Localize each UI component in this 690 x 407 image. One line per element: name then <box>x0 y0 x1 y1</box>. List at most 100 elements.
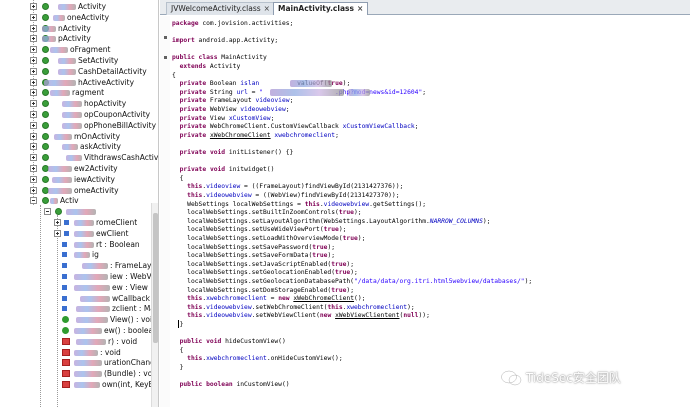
tree-item[interactable]: iewActivity <box>0 174 150 185</box>
fold-marker-icon[interactable] <box>164 36 167 39</box>
code-line[interactable]: public void hideCustomView() <box>172 337 286 346</box>
tree-item[interactable]: VithdrawsCashActivity <box>0 152 158 163</box>
tree-item[interactable]: hopActivity <box>0 98 150 109</box>
expand-icon[interactable] <box>30 46 37 54</box>
expand-icon[interactable] <box>30 143 37 151</box>
expand-icon[interactable] <box>30 24 37 32</box>
tree-item[interactable]: SetActivity <box>0 55 150 66</box>
code-area[interactable]: package com.jovision.activities; import a… <box>172 16 690 407</box>
expand-icon[interactable] <box>30 67 37 75</box>
expand-icon[interactable] <box>30 89 37 97</box>
collapse-icon[interactable] <box>44 208 51 216</box>
expand-icon[interactable] <box>30 154 37 162</box>
tree-item[interactable]: Activ <box>0 195 150 206</box>
expand-icon[interactable] <box>30 78 37 86</box>
tree-item[interactable]: hActiveActivity <box>0 77 150 88</box>
expand-icon[interactable] <box>30 57 37 64</box>
tree-member-label: r) : void <box>108 336 138 346</box>
redacted-text <box>76 306 110 313</box>
tab-jvwelcomeactivity[interactable]: JVWelcomeActivity.class × <box>166 2 275 15</box>
tree-member-item[interactable]: urationChange( <box>0 357 158 368</box>
tree-item[interactable]: askActivity <box>0 141 150 152</box>
tree-item[interactable]: mOnActivity <box>0 131 150 142</box>
redacted-text <box>66 209 96 216</box>
tree-item[interactable]: opPhoneBillActivity <box>0 120 156 131</box>
expand-icon[interactable] <box>30 175 37 183</box>
code-line[interactable]: this.videowebview.setWebViewClient(new x… <box>172 311 430 320</box>
code-line[interactable]: } <box>172 363 184 372</box>
tree-member-item[interactable]: iew : WebView <box>0 271 158 282</box>
tree-member-item[interactable]: ew : View <box>0 282 150 293</box>
tree-member-item[interactable]: : FrameLayout <box>0 260 158 271</box>
tree-item[interactable]: Activity <box>0 1 150 12</box>
redacted-text <box>74 284 110 291</box>
tree-item-label: ew2Activity <box>74 164 118 173</box>
expand-icon[interactable] <box>54 219 61 226</box>
private-method-icon <box>62 381 70 388</box>
tree-member-item[interactable]: ig <box>0 249 150 260</box>
expand-icon[interactable] <box>30 186 37 194</box>
tree-item[interactable]: ew2Activity <box>0 163 150 174</box>
collapse-icon[interactable] <box>30 197 37 205</box>
tree-member-label: : void <box>100 347 121 357</box>
expand-icon[interactable] <box>30 121 37 129</box>
code-line[interactable]: extends Activity <box>172 62 241 71</box>
tab-mainactivity[interactable]: MainActivity.class × <box>273 2 369 15</box>
code-line[interactable]: package com.jovision.activities; <box>172 19 293 28</box>
code-line[interactable]: private xWebChromeClient xwebchromeclien… <box>172 131 339 140</box>
tree-item[interactable]: nActivity <box>0 23 150 34</box>
expand-icon[interactable] <box>30 111 37 118</box>
tree-item[interactable]: oFragment <box>0 44 150 55</box>
expand-icon[interactable] <box>54 229 61 237</box>
tree-member-item[interactable] <box>0 206 150 217</box>
redacted-text <box>50 198 58 205</box>
tree-member-item[interactable]: : void <box>0 347 150 358</box>
expand-icon[interactable] <box>30 3 37 10</box>
tree-member-item[interactable]: rt : Boolean <box>0 239 150 250</box>
class-file-icon <box>42 154 49 162</box>
expand-icon[interactable] <box>30 35 37 43</box>
code-line[interactable]: private void initwidget() <box>172 165 275 174</box>
redacted-text <box>74 382 100 388</box>
tree-member-item[interactable]: wCallback : \ <box>0 293 158 304</box>
close-icon[interactable]: × <box>357 4 363 13</box>
fold-marker-icon[interactable] <box>164 56 167 59</box>
tree-member-item[interactable]: (Bundle) : void <box>0 368 158 379</box>
tree-item[interactable]: CashDetailActivity <box>0 66 150 77</box>
tree-member-item[interactable]: ew() : boolea <box>0 325 153 336</box>
redacted-text <box>74 252 90 259</box>
tree-member-item[interactable]: romeClient <box>0 217 150 228</box>
text-cursor <box>178 320 179 328</box>
tree-member-item[interactable]: View() : void <box>0 314 157 325</box>
redacted-text <box>74 360 102 367</box>
method-icon <box>62 327 69 334</box>
expand-icon[interactable] <box>30 100 37 108</box>
class-file-icon <box>42 100 49 108</box>
private-method-icon <box>62 370 70 378</box>
tree-member-item[interactable]: own(int, KeyEven <box>0 379 158 390</box>
code-line[interactable]: private void initListener() {} <box>172 148 294 157</box>
close-icon[interactable]: × <box>264 4 270 13</box>
field-icon <box>62 252 67 258</box>
tree-item[interactable]: omeActivity <box>0 185 150 196</box>
code-line[interactable]: public boolean inCustomView() <box>172 380 290 389</box>
tree-member-item[interactable]: zclient : Mair <box>0 303 158 314</box>
code-line[interactable]: import android.app.Activity; <box>172 36 278 45</box>
tree-item[interactable]: ragment <box>0 87 150 98</box>
class-file-icon <box>42 175 49 183</box>
expand-icon[interactable] <box>30 13 37 21</box>
tree-member-item[interactable]: r) : void <box>0 336 150 347</box>
expand-icon[interactable] <box>30 165 37 172</box>
tree-item[interactable]: opCouponActivity <box>0 109 150 120</box>
tree-scrollbar-thumb[interactable] <box>153 213 158 343</box>
tree-member-label: romeClient <box>96 218 138 227</box>
tree-member-label: rt : Boolean <box>96 239 140 249</box>
tree-item[interactable]: oneActivity <box>0 12 150 23</box>
redacted-text <box>74 371 102 378</box>
tree-scrollbar[interactable] <box>151 203 158 407</box>
code-line[interactable]: this.xwebchromeclient.onHideCustomView()… <box>172 354 342 363</box>
method-icon <box>62 316 69 324</box>
tree-member-item[interactable]: ewClient <box>0 228 150 239</box>
expand-icon[interactable] <box>30 132 37 140</box>
tree-item[interactable]: pActivity <box>0 33 150 44</box>
